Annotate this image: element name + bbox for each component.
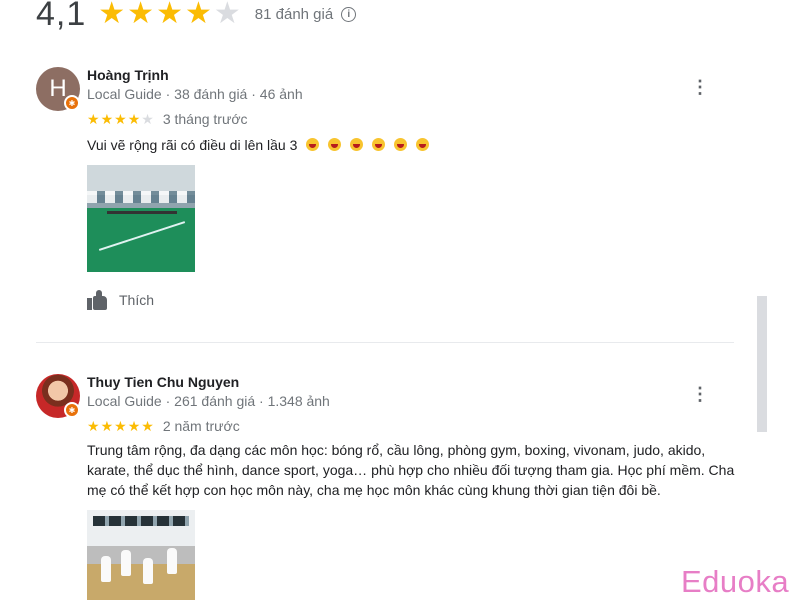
- scrollbar-thumb[interactable]: [757, 296, 767, 432]
- average-score: 4,1: [36, 0, 87, 33]
- star-icon: ★: [127, 0, 155, 30]
- star-icon: ★: [127, 111, 141, 127]
- student-figure: [101, 556, 111, 582]
- review-photo[interactable]: [87, 510, 195, 600]
- review-photo[interactable]: [87, 165, 195, 272]
- more-options-icon[interactable]: ⋮: [688, 382, 712, 406]
- review-rating: ★ ★ ★ ★ ★ 2 năm trước: [87, 418, 240, 434]
- student-figure: [143, 558, 153, 584]
- grinning-emoji-icon: [328, 138, 342, 151]
- star-icon: ★: [87, 111, 100, 127]
- review-text: Vui vẽ rộng rãi có điều di lên lầu 3: [87, 135, 737, 155]
- grinning-emoji-icon: [350, 138, 364, 151]
- reviewer-name[interactable]: Thuy Tien Chu Nguyen: [87, 374, 239, 390]
- star-icon: ★: [98, 0, 126, 30]
- like-button[interactable]: Thích: [87, 290, 154, 310]
- student-figure: [167, 548, 177, 574]
- star-icon: ★: [114, 418, 127, 434]
- review-text-line: karate, thể dục thể hình, dance sport, y…: [87, 462, 735, 478]
- grinning-emoji-icon: [415, 138, 429, 151]
- local-guide-badge-icon: ✱: [64, 95, 80, 111]
- star-icon: ★: [184, 0, 212, 30]
- ceiling-lights: [87, 191, 195, 203]
- star-icon: ★: [87, 418, 100, 434]
- review-count[interactable]: 81 đánh giá: [255, 6, 333, 23]
- review-text-body: Vui vẽ rộng rãi có điều di lên lầu 3: [87, 137, 298, 153]
- rating-summary: 4,1 ★ ★ ★ ★ ★ 81 đánh giá i: [36, 0, 357, 36]
- reviewer-name[interactable]: Hoàng Trịnh: [87, 67, 169, 83]
- star-icon: ★: [100, 111, 114, 127]
- more-options-icon[interactable]: ⋮: [688, 75, 712, 99]
- star-empty-icon: ★: [213, 0, 241, 30]
- star-icon: ★: [141, 418, 154, 434]
- grinning-emoji-icon: [371, 138, 385, 151]
- star-icon: ★: [156, 0, 183, 30]
- review-text-line: Trung tâm rộng, đa dạng các môn học: bón…: [87, 442, 706, 458]
- star-icon: ★: [100, 418, 114, 434]
- grinning-emoji-icon: [393, 138, 407, 151]
- badminton-net: [107, 211, 177, 214]
- review-text-line: mẹ có thể kết hợp con học môn này, cha m…: [87, 482, 661, 498]
- reviewer-meta: Local Guide · 38 đánh giá · 46 ảnh: [87, 86, 303, 102]
- student-figure: [121, 550, 131, 576]
- thumbs-up-icon: [87, 290, 109, 310]
- review-card: H ✱ Hoàng Trịnh Local Guide · 38 đánh gi…: [36, 67, 736, 317]
- average-stars: ★ ★ ★ ★ ★: [98, 0, 241, 29]
- info-icon[interactable]: i: [341, 6, 357, 22]
- local-guide-badge-icon: ✱: [64, 402, 80, 418]
- review-card: ✱ Thuy Tien Chu Nguyen Local Guide · 261…: [36, 374, 736, 600]
- grinning-emoji-icon: [306, 138, 320, 151]
- like-label: Thích: [119, 292, 155, 308]
- star-icon: ★: [114, 111, 127, 127]
- reviewer-meta: Local Guide · 261 đánh giá · 1.348 ảnh: [87, 393, 330, 409]
- review-rating: ★ ★ ★ ★ ★ 3 tháng trước: [87, 111, 248, 127]
- review-divider: [36, 342, 734, 343]
- star-empty-icon: ★: [141, 111, 154, 127]
- review-time: 3 tháng trước: [162, 111, 248, 127]
- review-text: Trung tâm rộng, đa dạng các môn học: bón…: [87, 440, 737, 500]
- star-icon: ★: [127, 418, 141, 434]
- watermark-logo: Eduoka: [681, 564, 790, 599]
- scoreboard: [93, 516, 189, 526]
- court-line: [98, 221, 186, 251]
- review-time: 2 năm trước: [162, 418, 240, 434]
